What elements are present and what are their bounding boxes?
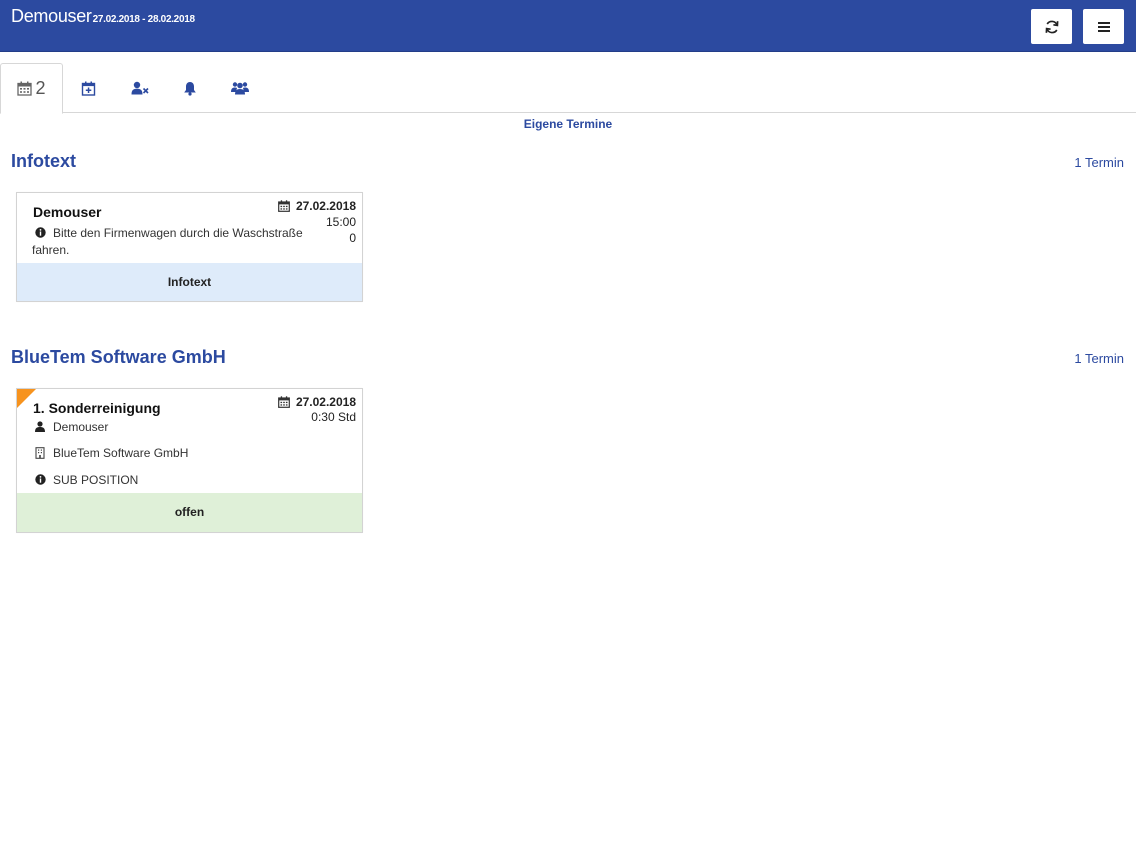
tab-new-appointment[interactable] [68, 63, 108, 113]
card-date-text: 27.02.2018 [295, 395, 356, 409]
header-date-range: 27.02.2018 - 28.02.2018 [92, 14, 195, 25]
card-date: 27.02.2018 [278, 199, 356, 213]
app-root: Demouser27.02.2018 - 28.02.2018 2 Eigene… [0, 0, 1136, 852]
card-title: Demouser [33, 204, 102, 220]
group-count: 1 Termin [1074, 155, 1124, 170]
card-title: 1. Sonderreinigung [33, 400, 161, 416]
bell-icon [184, 81, 196, 96]
section-label: Eigene Termine [523, 117, 613, 131]
menu-icon [1097, 21, 1110, 32]
appointment-card[interactable]: Demouser 27.02.2018 15:00 0 Bitte den Fi… [16, 192, 363, 302]
card-company-row: BlueTem Software GmbH [32, 446, 188, 460]
tab-calendar-count: 2 [35, 78, 46, 98]
info-icon [32, 473, 48, 485]
card-position: SUB POSITION [53, 473, 139, 487]
tab-absent-users[interactable] [120, 63, 160, 113]
card-status: offen [17, 493, 362, 532]
tab-calendar[interactable]: 2 [0, 63, 63, 114]
card-date: 27.02.2018 [278, 395, 356, 409]
card-user-row: Demouser [32, 420, 108, 434]
appointment-card[interactable]: 1. Sonderreinigung 27.02.2018 0:30 Std D… [16, 388, 363, 533]
group-title: Infotext [11, 151, 76, 171]
calendar-icon [278, 200, 290, 212]
calendar-plus-icon [81, 81, 95, 96]
calendar-icon [278, 396, 290, 408]
refresh-icon [1045, 20, 1058, 33]
tab-groups[interactable] [220, 63, 260, 113]
tab-notifications[interactable] [170, 63, 210, 113]
card-time: 15:00 [325, 215, 356, 229]
menu-button[interactable] [1083, 9, 1124, 44]
card-duration: 0:30 Std [311, 410, 356, 424]
top-header: Demouser27.02.2018 - 28.02.2018 [0, 0, 1136, 52]
group-count: 1 Termin [1074, 351, 1124, 366]
card-info-text: Bitte den Firmenwagen durch die Waschstr… [53, 226, 303, 240]
card-info-text-2: fahren. [32, 243, 70, 257]
card-position-row: SUB POSITION [32, 473, 138, 487]
card-company: BlueTem Software GmbH [53, 446, 189, 460]
card-extra: 0 [349, 231, 356, 245]
header-title: Demouser27.02.2018 - 28.02.2018 [11, 6, 195, 27]
users-icon [231, 82, 249, 95]
group-title: BlueTem Software GmbH [11, 347, 226, 367]
user-icon [32, 420, 48, 432]
card-status: Infotext [17, 263, 362, 301]
calendar-icon [17, 81, 33, 96]
card-info-continuation: fahren. [32, 243, 69, 257]
user-x-icon [131, 81, 149, 95]
card-date-text: 27.02.2018 [295, 199, 356, 213]
building-icon [32, 446, 48, 459]
card-info-row: Bitte den Firmenwagen durch die Waschstr… [32, 226, 322, 240]
tab-bar: 2 [0, 52, 1136, 114]
card-user: Demouser [53, 420, 109, 434]
header-user: Demouser [11, 6, 92, 26]
info-icon [32, 226, 48, 238]
refresh-button[interactable] [1031, 9, 1072, 44]
